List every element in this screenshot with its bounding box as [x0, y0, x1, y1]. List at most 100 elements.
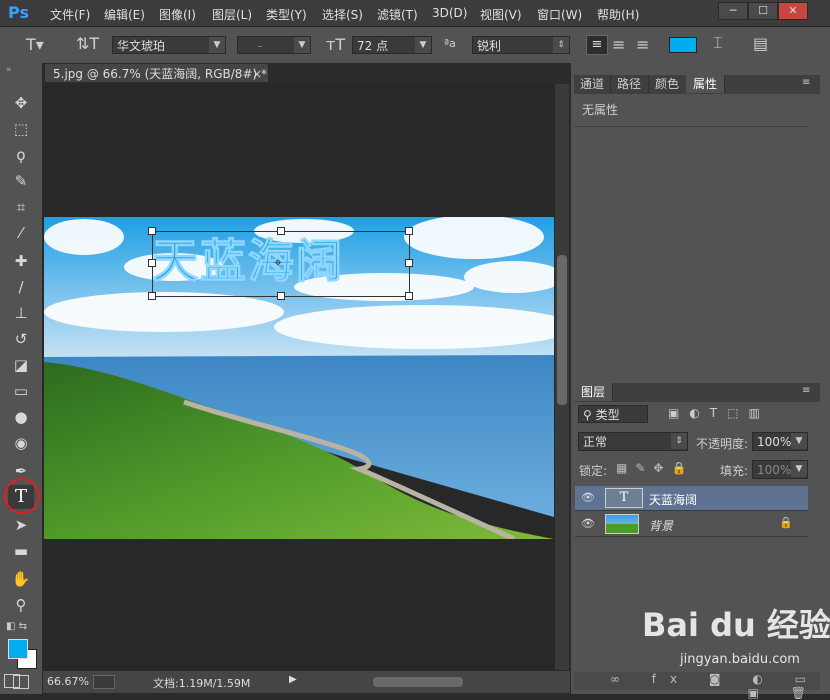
transform-handle[interactable] — [405, 259, 413, 267]
font-size-select[interactable]: 72 点 ▼ — [352, 36, 432, 54]
dodge-tool-icon[interactable]: ◉ — [8, 431, 34, 455]
close-tab-icon[interactable]: × — [252, 64, 262, 84]
quick-select-tool-icon[interactable]: ✎ — [8, 169, 34, 193]
font-style-value: - — [258, 39, 263, 53]
fill-label: 填充: — [720, 464, 749, 478]
panel-menu-icon[interactable]: ≡ — [802, 77, 810, 88]
character-panel-icon[interactable]: ▤ — [753, 34, 768, 53]
marquee-tool-icon[interactable]: ⬚ — [8, 117, 34, 141]
baidu-watermark-url: jingyan.baidu.com — [680, 652, 800, 667]
font-style-select[interactable]: - ▼ — [237, 36, 311, 54]
tab-paths[interactable]: 路径 — [610, 75, 649, 93]
clone-stamp-tool-icon[interactable]: ⊥ — [8, 301, 34, 325]
transform-handle[interactable] — [277, 292, 285, 300]
panel-menu-icon[interactable]: ≡ — [802, 385, 810, 396]
lock-icons[interactable]: ▦✎✥🔒 — [616, 461, 694, 475]
close-window-button[interactable]: ✕ — [778, 2, 808, 20]
minimize-button[interactable]: ─ — [718, 2, 748, 20]
hand-tool-icon[interactable]: ✋ — [8, 567, 34, 591]
menu-help[interactable]: 帮助(H) — [597, 6, 639, 23]
gradient-tool-icon[interactable]: ▭ — [8, 379, 34, 403]
align-center-button[interactable]: ≡ — [612, 35, 625, 54]
status-icon[interactable] — [93, 675, 115, 689]
menu-layer[interactable]: 图层(L) — [212, 6, 252, 23]
properties-panel-body — [574, 126, 808, 381]
eye-icon[interactable]: 👁 — [581, 491, 595, 504]
tab-layers[interactable]: 图层 — [574, 383, 613, 401]
antialias-select[interactable]: 锐利 ⇕ — [472, 36, 570, 54]
menu-3d[interactable]: 3D(D) — [432, 6, 467, 20]
layer-name[interactable]: 天蓝海阔 — [649, 491, 697, 508]
menu-bar: Ps 文件(F) 编辑(E) 图像(I) 图层(L) 类型(Y) 选择(S) 滤… — [0, 0, 830, 27]
transform-handle[interactable] — [148, 292, 156, 300]
foreground-color-swatch[interactable] — [8, 639, 28, 659]
menu-view[interactable]: 视图(V) — [480, 6, 522, 23]
align-right-button[interactable]: ≡ — [636, 35, 649, 54]
vertical-scrollbar-thumb[interactable] — [557, 255, 567, 405]
blend-mode-select[interactable]: 正常 ⇕ — [578, 432, 688, 451]
tab-color[interactable]: 颜色 — [648, 75, 687, 93]
screen-mode-icon[interactable] — [4, 674, 20, 688]
status-menu-arrow-icon[interactable]: ▶ — [289, 674, 297, 685]
type-tool-preset-icon[interactable]: T▾ — [26, 35, 44, 54]
document-tab[interactable]: 5.jpg @ 66.7% (天蓝海阔, RGB/8#) * × — [44, 63, 269, 83]
properties-tab-bar: 通道 路径 颜色 属性 ≡ — [574, 75, 820, 94]
zoom-level[interactable]: 66.67% — [47, 675, 89, 688]
search-icon: ⚲ — [583, 408, 596, 422]
chevron-down-icon: ▼ — [791, 461, 807, 477]
layer-row-background[interactable]: 👁 背景 🔒 — [575, 512, 808, 537]
healing-brush-tool-icon[interactable]: ✚ — [8, 249, 34, 273]
tab-properties[interactable]: 属性 — [686, 75, 725, 93]
menu-file[interactable]: 文件(F) — [50, 6, 90, 23]
crop-tool-icon[interactable]: ⌗ — [8, 195, 34, 219]
rectangle-tool-icon[interactable]: ▬ — [8, 539, 34, 563]
brush-tool-icon[interactable]: ∕ — [8, 275, 34, 299]
transform-handle[interactable] — [148, 259, 156, 267]
transform-handle[interactable] — [277, 227, 285, 235]
layers-footer-icons[interactable]: ∞ fx ◙ ◐ ▭ ▣ 🗑 — [574, 672, 820, 700]
text-orientation-icon[interactable]: ⇅T — [76, 34, 99, 53]
menu-window[interactable]: 窗口(W) — [537, 6, 582, 23]
text-color-swatch[interactable] — [669, 37, 697, 53]
layer-name[interactable]: 背景 — [649, 517, 673, 534]
photoshop-logo: Ps — [8, 3, 29, 22]
status-bar: 66.67% 文档:1.19M/1.59M ▶ — [43, 670, 570, 693]
layer-row-text[interactable]: 👁 T 天蓝海阔 — [575, 486, 808, 511]
menu-select[interactable]: 选择(S) — [322, 6, 363, 23]
menu-filter[interactable]: 滤镜(T) — [377, 6, 418, 23]
fill-input[interactable]: 100% ▼ — [752, 460, 808, 479]
lasso-tool-icon[interactable]: ϙ — [8, 143, 34, 167]
font-size-value: 72 点 — [357, 39, 389, 53]
default-colors-icon[interactable]: ◧ ⇆ — [6, 621, 27, 632]
transform-handle[interactable] — [405, 292, 413, 300]
layers-tab-bar: 图层 ≡ — [574, 383, 820, 402]
menu-edit[interactable]: 编辑(E) — [104, 6, 145, 23]
eyedropper-tool-icon[interactable]: ⁄ — [8, 221, 34, 245]
align-left-button[interactable]: ≡ — [586, 35, 608, 55]
layer-filter-select[interactable]: ⚲ 类型 — [578, 405, 648, 423]
eraser-tool-icon[interactable]: ◪ — [8, 353, 34, 377]
transform-handle[interactable] — [405, 227, 413, 235]
history-brush-tool-icon[interactable]: ↺ — [8, 327, 34, 351]
eye-icon[interactable]: 👁 — [581, 517, 595, 530]
transform-handle[interactable] — [148, 227, 156, 235]
lock-icon: 🔒 — [779, 516, 793, 529]
tab-channels[interactable]: 通道 — [574, 75, 611, 93]
maximize-button[interactable]: ☐ — [748, 2, 778, 20]
layer-filter-icons[interactable]: ▣◐T⬚▥ — [668, 406, 770, 420]
panel-collapse-icon[interactable]: » — [6, 65, 12, 75]
path-select-tool-icon[interactable]: ➤ — [8, 513, 34, 537]
document-size: 文档:1.19M/1.59M — [153, 677, 251, 690]
menu-image[interactable]: 图像(I) — [159, 6, 196, 23]
horizontal-scrollbar-thumb[interactable] — [373, 677, 463, 687]
menu-type[interactable]: 类型(Y) — [266, 6, 307, 23]
blur-tool-icon[interactable]: ● — [8, 405, 34, 429]
warp-text-icon[interactable]: ⌶ — [713, 33, 723, 53]
chevron-updown-icon: ⇕ — [553, 37, 569, 53]
opacity-value: 100% — [757, 435, 792, 449]
font-family-select[interactable]: 华文琥珀 ▼ — [112, 36, 226, 54]
opacity-input[interactable]: 100% ▼ — [752, 432, 808, 451]
antialias-icon: ªa — [444, 37, 456, 50]
zoom-tool-icon[interactable]: ⚲ — [8, 593, 34, 617]
move-tool-icon[interactable]: ✥ — [8, 91, 34, 115]
